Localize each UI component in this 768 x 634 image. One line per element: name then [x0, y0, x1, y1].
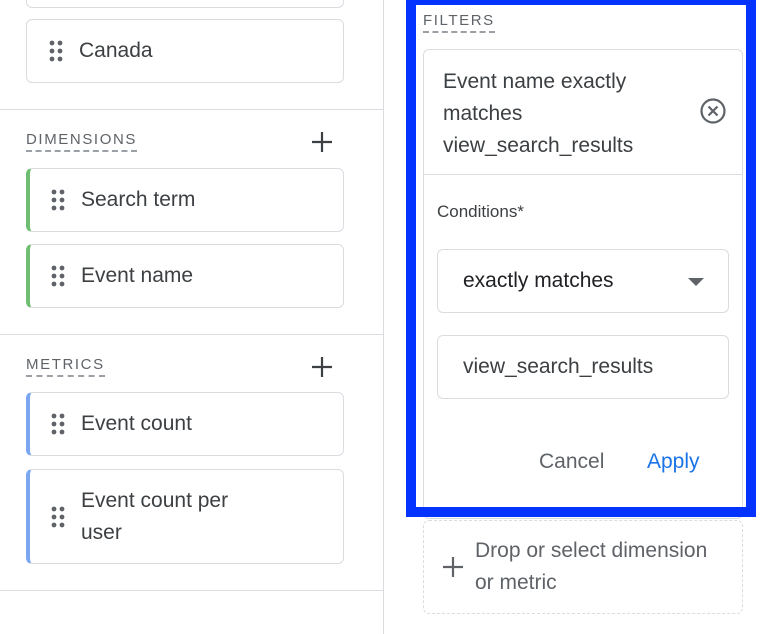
chip-label: Event count per user [81, 488, 229, 544]
divider [0, 109, 383, 110]
chip-canada[interactable]: Canada [26, 19, 344, 83]
metric-chip-event-count-per-user[interactable]: Event count per user [26, 469, 344, 564]
chip-label: Canada [79, 39, 153, 62]
drop-zone[interactable]: Drop or select dimension or metric [423, 520, 743, 614]
divider [0, 590, 383, 591]
dimension-chip-event-name[interactable]: Event name [26, 244, 344, 308]
chip-label: Event name [81, 264, 194, 287]
chip-label: Event count [81, 412, 192, 435]
divider [0, 334, 383, 335]
add-metric-plus-icon[interactable] [310, 355, 334, 379]
left-panel: Canada DIMENSIONS Search term Event name… [0, 0, 384, 634]
plus-icon [443, 557, 463, 577]
dimensions-title: DIMENSIONS [26, 131, 138, 152]
metric-chip-event-count[interactable]: Event count [26, 392, 344, 456]
dimension-chip-search-term[interactable]: Search term [26, 168, 344, 232]
drop-zone-label: Drop or select dimension or metric [475, 539, 708, 594]
highlight-box [406, 0, 756, 517]
drag-handle-icon[interactable] [51, 189, 65, 211]
add-dimension-plus-icon[interactable] [310, 130, 334, 154]
drag-handle-icon[interactable] [51, 265, 65, 287]
drag-handle-icon[interactable] [51, 506, 65, 528]
chip-label: Search term [81, 188, 196, 211]
drag-handle-icon[interactable] [49, 40, 63, 62]
partial-chip[interactable] [26, 0, 344, 8]
drag-handle-icon[interactable] [51, 413, 65, 435]
metrics-title: METRICS [26, 356, 105, 377]
